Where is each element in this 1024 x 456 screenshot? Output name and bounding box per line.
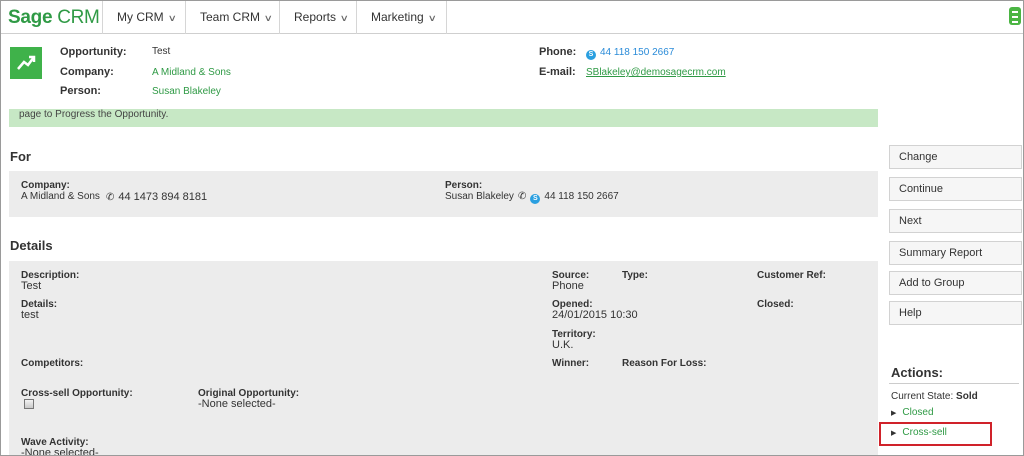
for-person-phone[interactable]: ✆ S 44 118 150 2667 [513,191,619,204]
opened-value: 24/01/2015 10:30 [552,309,638,321]
chevron-down-icon: ∨ [263,13,273,23]
nav-my-crm[interactable]: My CRM ∨ [102,1,185,34]
type-label: Type: [622,270,648,281]
logo-brand: Sage [8,7,53,28]
nav-team-crm-label: Team CRM [200,10,261,24]
nav-team-crm[interactable]: Team CRM ∨ [185,1,279,34]
summary-report-button[interactable]: Summary Report [889,241,1022,265]
for-company-label: Company: [21,180,70,191]
customer-ref-label: Customer Ref: [757,270,826,281]
actions-title: Actions: [891,365,943,380]
for-company-link[interactable]: A Midland & Sons [21,191,100,202]
closed-label: Closed: [757,299,794,310]
current-state: Current State: Sold [891,391,978,402]
for-panel: Company: A Midland & Sons ✆ 44 1473 894 8… [9,171,878,217]
opportunity-value: Test [152,46,171,57]
nav-reports-label: Reports [294,10,337,24]
phone-link[interactable]: S 44 118 150 2667 [586,47,674,60]
territory-value: U.K. [552,339,574,351]
competitors-label: Competitors: [21,358,84,369]
triangle-right-icon: ▶ [891,410,897,417]
cross-sell-checkbox[interactable] [24,399,34,409]
action-closed-label: Closed [902,407,934,418]
chevron-down-icon: ∨ [339,13,349,23]
phone-label: Phone: [539,46,577,58]
email-label: E-mail: [539,66,576,78]
change-button[interactable]: Change [889,145,1022,169]
add-to-group-button[interactable]: Add to Group [889,271,1022,295]
skype-icon: S [586,50,596,60]
chevron-down-icon: ∨ [427,13,437,23]
for-company-phone: ✆ 44 1473 894 8181 [101,191,207,203]
opportunity-label: Opportunity: [60,46,127,58]
chevron-down-icon: ∨ [167,13,177,23]
for-company-phone-value: 44 1473 894 8181 [118,191,208,203]
actions-divider [889,383,1019,384]
cross-sell-label: Cross-sell Opportunity: [21,388,133,399]
reason-for-loss-label: Reason For Loss: [622,358,707,369]
logo-product: CRM [57,7,100,28]
next-button[interactable]: Next [889,209,1022,233]
workflow-banner: page to Progress the Opportunity. [9,109,878,127]
top-nav-bar: Sage CRM My CRM ∨ Team CRM ∨ Reports ∨ Mark… [1,1,1023,34]
nav-my-crm-label: My CRM [117,10,164,24]
sage-crm-logo[interactable]: Sage CRM [8,7,100,29]
original-opportunity-value: -None selected- [198,398,276,410]
for-person-link[interactable]: Susan Blakeley [445,191,514,202]
action-closed[interactable]: ▶ Closed [891,407,934,418]
person-link[interactable]: Susan Blakeley [152,86,221,97]
phone-icon: ✆ [518,191,527,202]
phone-icon: ✆ [106,192,115,203]
opportunity-chart-icon [10,47,42,79]
company-link[interactable]: A Midland & Sons [152,67,231,78]
current-state-value: Sold [956,391,978,402]
for-section-title: For [10,149,31,164]
description-value: Test [21,280,42,292]
person-label: Person: [60,85,101,97]
help-button[interactable]: Help [889,301,1022,325]
hamburger-menu-icon[interactable] [1009,7,1021,25]
current-state-label: Current State: [891,391,954,402]
nav-reports[interactable]: Reports ∨ [279,1,356,34]
crm-window: Sage CRM My CRM ∨ Team CRM ∨ Reports ∨ Mark… [0,0,1024,456]
nav-marketing[interactable]: Marketing ∨ [356,1,446,34]
cross-sell-highlight-box [879,422,992,446]
continue-button[interactable]: Continue [889,177,1022,201]
wave-activity-value: -None selected- [21,447,99,456]
details-section-title: Details [10,238,53,253]
company-label: Company: [60,66,114,78]
for-person-phone-value: 44 118 150 2667 [544,191,619,202]
details-panel: Description: Test Details: test Source: … [9,261,878,456]
nav-marketing-label: Marketing [371,10,424,24]
nav-divider [446,1,447,34]
winner-label: Winner: [552,358,590,369]
email-link[interactable]: SBlakeley@demosagecrm.com [586,67,726,78]
for-person-label: Person: [445,180,483,191]
details-value: test [21,309,39,321]
skype-icon: S [530,194,541,204]
phone-value: 44 118 150 2667 [600,47,675,58]
source-value: Phone [552,280,584,292]
